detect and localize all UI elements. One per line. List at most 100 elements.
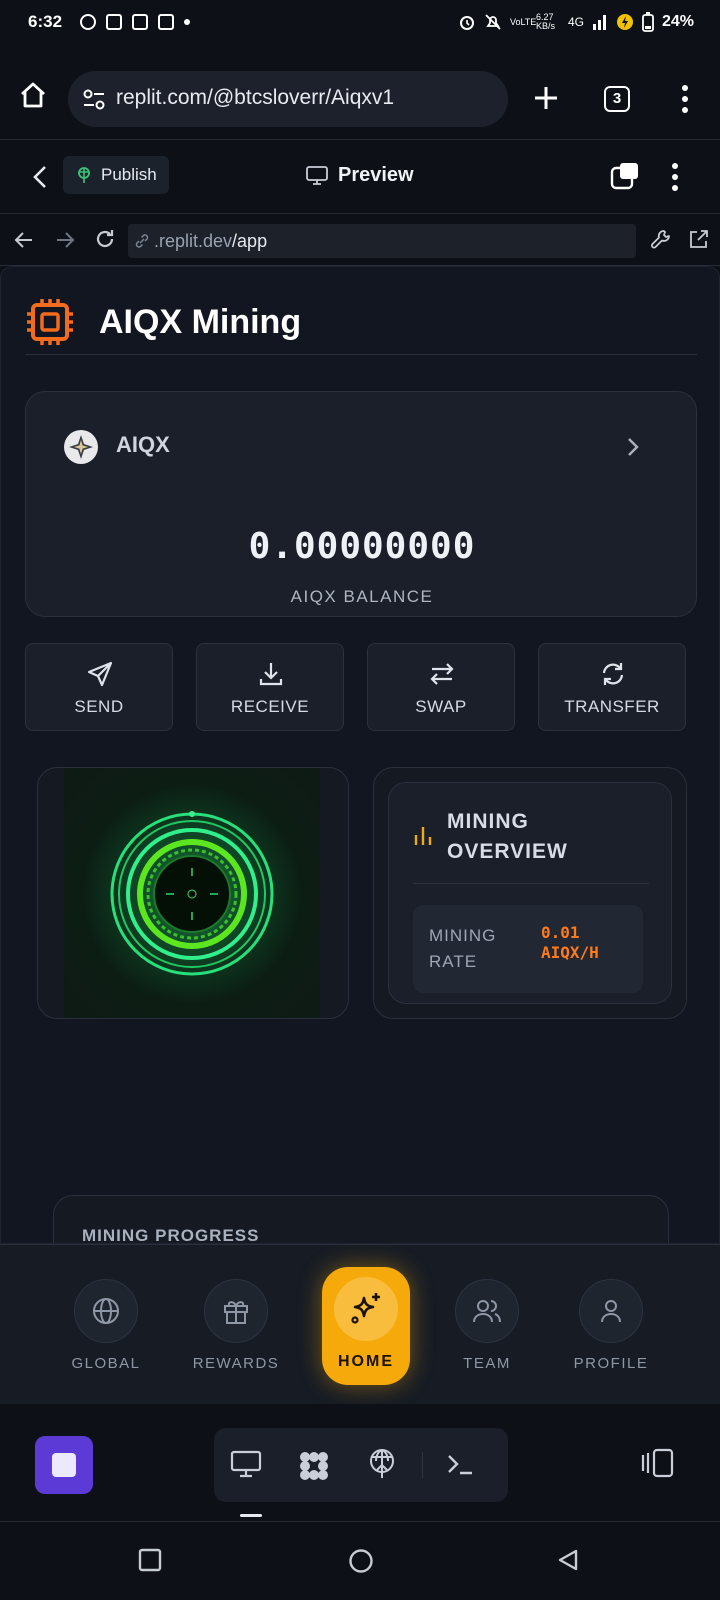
terminal-icon[interactable] (444, 1448, 476, 1480)
balance-card[interactable]: AIQX 0.00000000 AIQX BALANCE (25, 391, 697, 617)
sim-icon (158, 14, 174, 30)
users-icon (473, 1300, 501, 1323)
mining-overview-panel: MINING OVERVIEW MINING RATE 0.01 AIQX/H (388, 782, 672, 1004)
facebook-icon (80, 14, 96, 30)
bottom-navigation: GLOBAL REWARDS HOME TEAM PROFILE (0, 1244, 720, 1404)
stop-button[interactable] (35, 1436, 93, 1494)
notification-icons (80, 14, 190, 30)
publish-label: Publish (101, 165, 157, 184)
mute-icon (485, 14, 501, 30)
overview-title: MINING OVERVIEW (447, 810, 568, 863)
preview-address-bar[interactable]: .replit.dev/app (128, 224, 636, 258)
balance-label: AIQX BALANCE (290, 587, 434, 606)
nav-profile[interactable]: PROFILE (556, 1279, 666, 1372)
arrow-right-icon[interactable] (55, 230, 75, 250)
transfer-label: TRANSFER (564, 697, 660, 716)
agent-tool-icon[interactable] (296, 1448, 332, 1484)
replit-toolbar (0, 1404, 720, 1522)
recents-icon[interactable] (138, 1548, 162, 1572)
overview-divider (413, 883, 649, 884)
mining-progress-card: MINING PROGRESS (53, 1195, 669, 1244)
arrow-left-icon[interactable] (14, 230, 34, 250)
app-title: AIQX Mining (99, 303, 302, 341)
publish-icon (78, 167, 90, 183)
swap-label: SWAP (415, 697, 467, 716)
charging-icon (616, 14, 633, 30)
stop-icon (52, 1453, 76, 1477)
mining-rate-value: 0.01 AIQX/H (541, 923, 599, 962)
wrench-icon[interactable] (650, 228, 672, 250)
monitor-icon (306, 165, 328, 185)
progress-title: MINING PROGRESS (82, 1226, 260, 1244)
nav-home[interactable]: HOME (322, 1267, 410, 1385)
receive-label: RECEIVE (230, 697, 310, 716)
back-triangle-icon[interactable] (556, 1548, 580, 1572)
back-icon[interactable] (32, 164, 48, 190)
replit-menu-icon[interactable] (670, 162, 680, 192)
mining-rate-label: MINING RATE (429, 926, 497, 971)
preview-navigation: .replit.dev/app (0, 214, 720, 266)
preview-address: .replit.dev/app (154, 231, 267, 252)
receive-button[interactable]: RECEIVE (196, 643, 344, 731)
coin-name: AIQX (116, 432, 170, 457)
url-text: replit.com/@btcsloverr/Aiqxv1 (116, 86, 395, 109)
alarm-icon (459, 16, 474, 30)
send-icon (87, 661, 113, 687)
status-right: VoLTE 6.27 KB/s 4G 24% (458, 12, 694, 32)
nav-global[interactable]: GLOBAL (51, 1279, 161, 1372)
coin-logo (64, 430, 98, 464)
url-bar[interactable]: replit.com/@btcsloverr/Aiqxv1 (68, 71, 508, 127)
preview-tab-title: Preview (306, 164, 414, 187)
nav-global-label: GLOBAL (71, 1355, 141, 1372)
active-tool-indicator (240, 1514, 262, 1517)
deploy-tool-icon[interactable] (366, 1448, 398, 1480)
external-link-icon[interactable] (688, 228, 710, 250)
publish-button[interactable]: Publish (63, 156, 169, 194)
address-domain: .replit.dev (154, 231, 233, 251)
download-icon (259, 663, 283, 686)
browser-menu-icon[interactable] (680, 84, 690, 114)
tab-switcher-button[interactable]: 3 (604, 86, 630, 112)
signal-icon (592, 15, 606, 30)
android-navigation-bar (0, 1522, 720, 1600)
refresh-icon (602, 663, 624, 685)
transfer-button[interactable]: TRANSFER (538, 643, 686, 731)
bar-chart-icon (414, 827, 432, 845)
video-icon (132, 14, 148, 30)
nav-team-label: TEAM (463, 1355, 511, 1372)
mining-overview-card: MINING OVERVIEW MINING RATE 0.01 AIQX/H (373, 767, 687, 1019)
layout-toggle-icon[interactable] (640, 1448, 674, 1478)
send-button[interactable]: SEND (25, 643, 173, 731)
send-label: SEND (74, 697, 124, 716)
balance-value: 0.00000000 (248, 526, 476, 567)
browser-toolbar: replit.com/@btcsloverr/Aiqxv1 3 (0, 46, 720, 140)
app-header: AIQX Mining (25, 285, 697, 355)
nav-rewards[interactable]: REWARDS (181, 1279, 291, 1372)
nav-profile-label: PROFILE (573, 1355, 649, 1372)
app-viewport: AIQX Mining AIQX 0.00000000 AIQX BALANCE… (0, 266, 720, 1244)
nav-team[interactable]: TEAM (432, 1279, 542, 1372)
swap-button[interactable]: SWAP (367, 643, 515, 731)
home-icon[interactable] (18, 80, 48, 110)
more-notifications-icon (184, 19, 190, 25)
status-bar: 6:32 VoLTE 6.27 KB/s 4G 24% (0, 0, 720, 46)
nav-rewards-label: REWARDS (192, 1355, 280, 1372)
site-settings-icon[interactable] (82, 89, 106, 111)
network-speed: 6.27 KB/s (535, 12, 555, 31)
chevron-right-icon[interactable] (626, 436, 640, 458)
panes-icon[interactable] (610, 162, 640, 190)
preview-tool-icon[interactable] (230, 1448, 262, 1480)
sparkles-icon (351, 1293, 380, 1324)
shield-icon (106, 14, 122, 30)
nav-home-label: HOME (338, 1353, 394, 1370)
home-circle-icon[interactable] (348, 1548, 374, 1574)
chip-icon (27, 299, 73, 345)
tool-divider (422, 1452, 423, 1478)
preview-label: Preview (338, 164, 414, 186)
reload-icon[interactable] (94, 228, 116, 250)
mining-rate-box: MINING RATE 0.01 AIQX/H (413, 905, 643, 993)
new-tab-icon[interactable] (532, 84, 560, 112)
link-icon (135, 234, 149, 248)
workspace-tools (214, 1428, 508, 1517)
status-time: 6:32 (28, 12, 63, 31)
